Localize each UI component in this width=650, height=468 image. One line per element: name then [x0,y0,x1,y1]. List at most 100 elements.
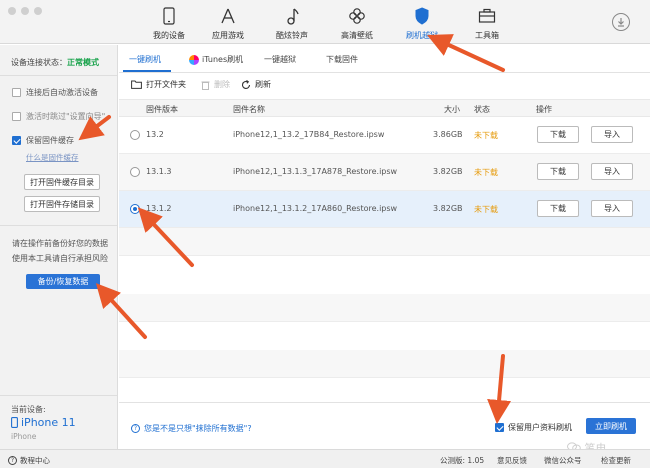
toolbox-icon [457,6,517,26]
import-button[interactable]: 导入 [591,163,633,180]
firmware-radio[interactable] [130,204,140,214]
check-update-button[interactable]: 检查更新 [601,455,631,466]
keep-cache-checkbox[interactable]: 保留固件缓存 [12,135,74,146]
tab-label: 一键刷机 [129,55,161,64]
nav-ringtones[interactable]: 酷炫铃声 [262,6,322,41]
skip-setup-checkbox[interactable]: 激活时跳过"设置向导" [12,111,105,122]
backup-restore-button[interactable]: 备份/恢复数据 [26,274,100,289]
what-is-cache-link[interactable]: 什么是固件缓存 [26,152,79,163]
risk-warning: 请在操作前备份好您的数据 使用本工具请自行承担风险 [12,236,124,266]
question-icon: ? [131,424,140,433]
action-toolbar: 打开文件夹 删除 刷新 [119,77,650,93]
divider [0,225,117,226]
nav-label: 酷炫铃声 [276,31,308,40]
nav-label: 应用游戏 [212,31,244,40]
minimize-window-button[interactable] [21,7,29,15]
nav-my-device[interactable]: 我的设备 [139,6,199,41]
flash-now-button[interactable]: 立即刷机 [586,418,636,434]
nav-flash-jailbreak[interactable]: 刷机越狱 [392,6,452,41]
divider [0,75,117,76]
status-label: 教程中心 [20,456,50,465]
action-label: 刷新 [255,80,271,89]
firmware-name: iPhone12,1_13.1.3_17A878_Restore.ipsw [233,167,398,176]
tab-itunes-flash[interactable]: iTunes刷机 [189,54,243,65]
open-store-dir-button[interactable]: 打开固件存储目录 [24,196,100,212]
music-note-icon [262,6,322,26]
checkbox-box[interactable] [12,136,21,145]
main-panel: 一键刷机 iTunes刷机 一键越狱 下载固件 打开文件夹 删除 刷新 固件版本… [119,45,650,455]
firmware-size: 3.82GB [433,167,463,176]
download-status: 未下载 [474,205,498,214]
divider [0,395,117,396]
nav-label: 高清壁纸 [341,31,373,40]
device-name: iPhone 11 [21,416,76,429]
top-toolbar: 我的设备 应用游戏 酷炫铃声 高清壁纸 刷机越狱 工具箱 [0,0,650,44]
nav-wallpapers[interactable]: 高清壁纸 [327,6,387,41]
status-value: 正常模式 [67,58,99,67]
table-row[interactable]: 13.1.2 iPhone12,1_13.1.2_17A860_Restore.… [119,191,650,228]
nav-apps-games[interactable]: 应用游戏 [198,6,258,41]
erase-all-data-link[interactable]: ? 您是不是只想"抹除所有数据"? [131,423,252,434]
table-header: 固件版本 固件名称 大小 状态 操作 [119,99,650,117]
itunes-icon [189,54,199,65]
bottom-bar: ? 您是不是只想"抹除所有数据"? 保留用户资料刷机 立即刷机 笔电 [119,402,650,455]
nav-toolbox[interactable]: 工具箱 [457,6,517,41]
refresh-icon [241,79,251,89]
download-button[interactable]: 下载 [537,163,579,180]
checkbox-label: 连接后自动激活设备 [26,88,98,97]
tab-label: 下载固件 [326,55,358,64]
tab-jailbreak[interactable]: 一键越狱 [264,54,296,65]
feedback-button[interactable]: 意见反馈 [497,455,527,466]
tab-one-click-flash[interactable]: 一键刷机 [129,54,161,65]
tab-download-firmware[interactable]: 下载固件 [326,54,358,65]
checkbox-box[interactable] [12,112,21,121]
action-label: 删除 [214,80,230,89]
download-button[interactable]: 下载 [537,126,579,143]
sidebar: 设备连接状态：正常模式 连接后自动激活设备 激活时跳过"设置向导" 保留固件缓存… [0,45,118,449]
close-window-button[interactable] [8,7,16,15]
table-row[interactable]: 13.2 iPhone12,1_13.2_17B84_Restore.ipsw … [119,117,650,154]
wechat-account-button[interactable]: 微信公众号 [544,455,582,466]
checkbox-label: 激活时跳过"设置向导" [26,112,106,121]
tab-label: iTunes刷机 [202,55,244,64]
firmware-size: 3.82GB [433,204,463,213]
current-device-title: 当前设备: [11,405,46,414]
checkbox-label: 保留固件缓存 [26,136,74,145]
delete-button[interactable]: 删除 [201,79,230,90]
firmware-size: 3.86GB [433,130,463,139]
firmware-radio[interactable] [130,130,140,140]
version-label: 公测版: 1.05 [440,456,485,465]
column-header: 操作 [536,105,552,114]
nav-label: 刷机越狱 [406,31,438,40]
tutorial-center-button[interactable]: ? 教程中心 [8,455,50,466]
app-store-icon [198,6,258,26]
status-label: 设备连接状态： [11,58,67,67]
download-button[interactable]: 下载 [537,200,579,217]
column-header: 状态 [474,105,490,114]
tab-bar: 一键刷机 iTunes刷机 一键越狱 下载固件 [119,45,650,73]
checkbox-box[interactable] [12,88,21,97]
auto-activate-checkbox[interactable]: 连接后自动激活设备 [12,87,98,98]
firmware-radio[interactable] [130,167,140,177]
open-folder-button[interactable]: 打开文件夹 [131,79,186,90]
checkbox-label: 保留用户资料刷机 [508,423,572,432]
current-device: iPhone 11 [11,416,76,429]
zoom-window-button[interactable] [34,7,42,15]
active-tab-indicator [123,70,171,72]
firmware-name: iPhone12,1_13.1.2_17A860_Restore.ipsw [233,204,398,213]
connection-status: 设备连接状态：正常模式 [11,57,99,68]
import-button[interactable]: 导入 [591,126,633,143]
link-label: 您是不是只想"抹除所有数据"? [144,424,252,433]
refresh-button[interactable]: 刷新 [241,79,271,90]
empty-row [119,228,650,256]
open-cache-dir-button[interactable]: 打开固件缓存目录 [24,174,100,190]
phone-icon [139,6,199,26]
download-manager-button[interactable] [612,13,630,31]
import-button[interactable]: 导入 [591,200,633,217]
keep-user-data-checkbox[interactable]: 保留用户资料刷机 [495,422,572,433]
nav-label: 我的设备 [153,31,185,40]
checkbox-box[interactable] [495,423,504,432]
tab-label: 一键越狱 [264,55,296,64]
window-controls [8,7,42,15]
table-row[interactable]: 13.1.3 iPhone12,1_13.1.3_17A878_Restore.… [119,154,650,191]
